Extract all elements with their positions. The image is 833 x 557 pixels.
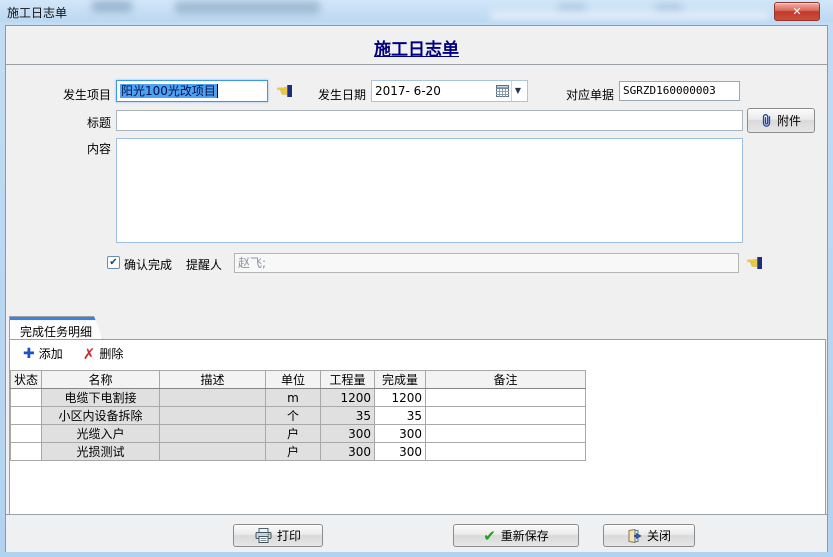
table-cell[interactable]: 35 [321,407,375,425]
background-window-artifact [92,1,132,12]
date-picker[interactable]: 2017- 6-20 ▼ [371,80,528,102]
attachment-button[interactable]: 附件 [747,108,815,133]
attachment-button-label: 附件 [777,112,801,129]
table-toolbar: ✚ 添加 ✗ 删除 [10,340,825,367]
construction-log-window: 施工日志单 ✕ 施工日志单 发生项目 阳光100光改项目 ☚ 发生日期 2017… [0,0,833,557]
date-dropdown-arrow-icon[interactable]: ▼ [511,81,524,101]
confirm-checkbox[interactable]: ✔ [107,256,120,269]
column-header[interactable]: 描述 [160,371,266,389]
table-cell[interactable]: 户 [266,443,321,461]
delete-x-icon: ✗ [83,347,96,361]
exit-door-icon [627,529,642,543]
table-cell[interactable]: m [266,389,321,407]
project-input[interactable]: 阳光100光改项目 [116,80,268,102]
heading-band: 施工日志单 [6,26,827,65]
table-cell[interactable]: 35 [375,407,426,425]
task-detail-panel: ✚ 添加 ✗ 删除 状态名称描述单位工程量完成量备注 电缆下电割接m120012… [9,339,826,515]
doc-label: 对应单据 [554,86,614,103]
table-cell[interactable] [160,425,266,443]
print-button[interactable]: 打印 [233,524,323,547]
dialog-panel: 施工日志单 发生项目 阳光100光改项目 ☚ 发生日期 2017- 6-20 ▼… [5,25,828,515]
print-button-label: 打印 [277,527,301,544]
table-cell[interactable]: 电缆下电割接 [42,389,160,407]
table-cell[interactable] [426,443,586,461]
table-cell[interactable] [426,407,586,425]
delete-row-button[interactable]: ✗ 删除 [83,345,124,362]
table-header-row: 状态名称描述单位工程量完成量备注 [11,371,586,389]
window-title: 施工日志单 [7,4,67,21]
table-cell[interactable] [426,425,586,443]
date-value: 2017- 6-20 [375,81,496,101]
table-cell[interactable] [426,389,586,407]
content-textarea[interactable] [116,138,743,243]
background-window-artifact [175,1,320,14]
column-header[interactable]: 状态 [11,371,42,389]
table-cell[interactable]: 300 [375,425,426,443]
background-window-artifact [490,11,770,20]
table-cell[interactable]: 小区内设备拆除 [42,407,160,425]
date-label: 发生日期 [306,86,366,103]
table-row[interactable]: 电缆下电割接m12001200 [11,389,586,407]
table-cell[interactable] [11,443,42,461]
reminder-lookup-hand-icon[interactable]: ☚ [746,256,762,271]
table-row[interactable]: 光缆入户户300300 [11,425,586,443]
table-cell[interactable]: 1200 [321,389,375,407]
table-cell[interactable]: 光损测试 [42,443,160,461]
column-header[interactable]: 备注 [426,371,586,389]
close-form-button-label: 关闭 [647,527,671,544]
table-cell[interactable] [160,407,266,425]
column-header[interactable]: 名称 [42,371,160,389]
table-cell[interactable]: 300 [321,443,375,461]
table-cell[interactable]: 户 [266,425,321,443]
confirm-label: 确认完成 [124,256,174,273]
table-cell[interactable] [11,407,42,425]
printer-icon [255,528,272,543]
column-header[interactable]: 完成量 [375,371,426,389]
save-button-label: 重新保存 [501,527,549,544]
add-row-button[interactable]: ✚ 添加 [23,345,63,362]
close-window-button[interactable]: ✕ [774,2,820,21]
save-button[interactable]: ✔ 重新保存 [453,524,579,547]
add-row-label: 添加 [39,345,63,362]
delete-row-label: 删除 [99,345,123,362]
table-cell[interactable] [160,443,266,461]
column-header[interactable]: 单位 [266,371,321,389]
title-input[interactable] [116,110,743,131]
table-cell[interactable]: 300 [321,425,375,443]
project-selected-text: 阳光100光改项目 [120,84,218,98]
table-row[interactable]: 小区内设备拆除个3535 [11,407,586,425]
task-table: 状态名称描述单位工程量完成量备注 电缆下电割接m12001200小区内设备拆除个… [10,370,586,461]
table-row[interactable]: 光损测试户300300 [11,443,586,461]
table-cell[interactable] [11,425,42,443]
table-cell[interactable] [11,389,42,407]
table-cell[interactable]: 1200 [375,389,426,407]
check-icon: ✔ [483,527,496,545]
table-cell[interactable]: 300 [375,443,426,461]
titlebar: 施工日志单 ✕ [0,0,833,22]
table-cell[interactable]: 光缆入户 [42,425,160,443]
form-heading: 施工日志单 [6,35,827,60]
project-lookup-hand-icon[interactable]: ☚ [276,84,292,99]
title-label: 标题 [61,114,111,131]
doc-input[interactable]: SGRZD160000003 [619,81,740,101]
close-form-button[interactable]: 关闭 [603,524,695,547]
column-header[interactable]: 工程量 [321,371,375,389]
content-label: 内容 [61,140,111,157]
paperclip-icon [761,113,772,128]
project-label: 发生项目 [26,86,111,103]
plus-icon: ✚ [23,347,35,361]
table-cell[interactable] [160,389,266,407]
footer-bar: 打印 ✔ 重新保存 关闭 [5,515,828,552]
reminder-label: 提醒人 [186,256,228,273]
reminder-input[interactable]: 赵飞; [234,253,739,273]
tab-completed-tasks[interactable]: 完成任务明细 [9,316,103,340]
table-cell[interactable]: 个 [266,407,321,425]
calendar-icon[interactable] [496,85,509,97]
